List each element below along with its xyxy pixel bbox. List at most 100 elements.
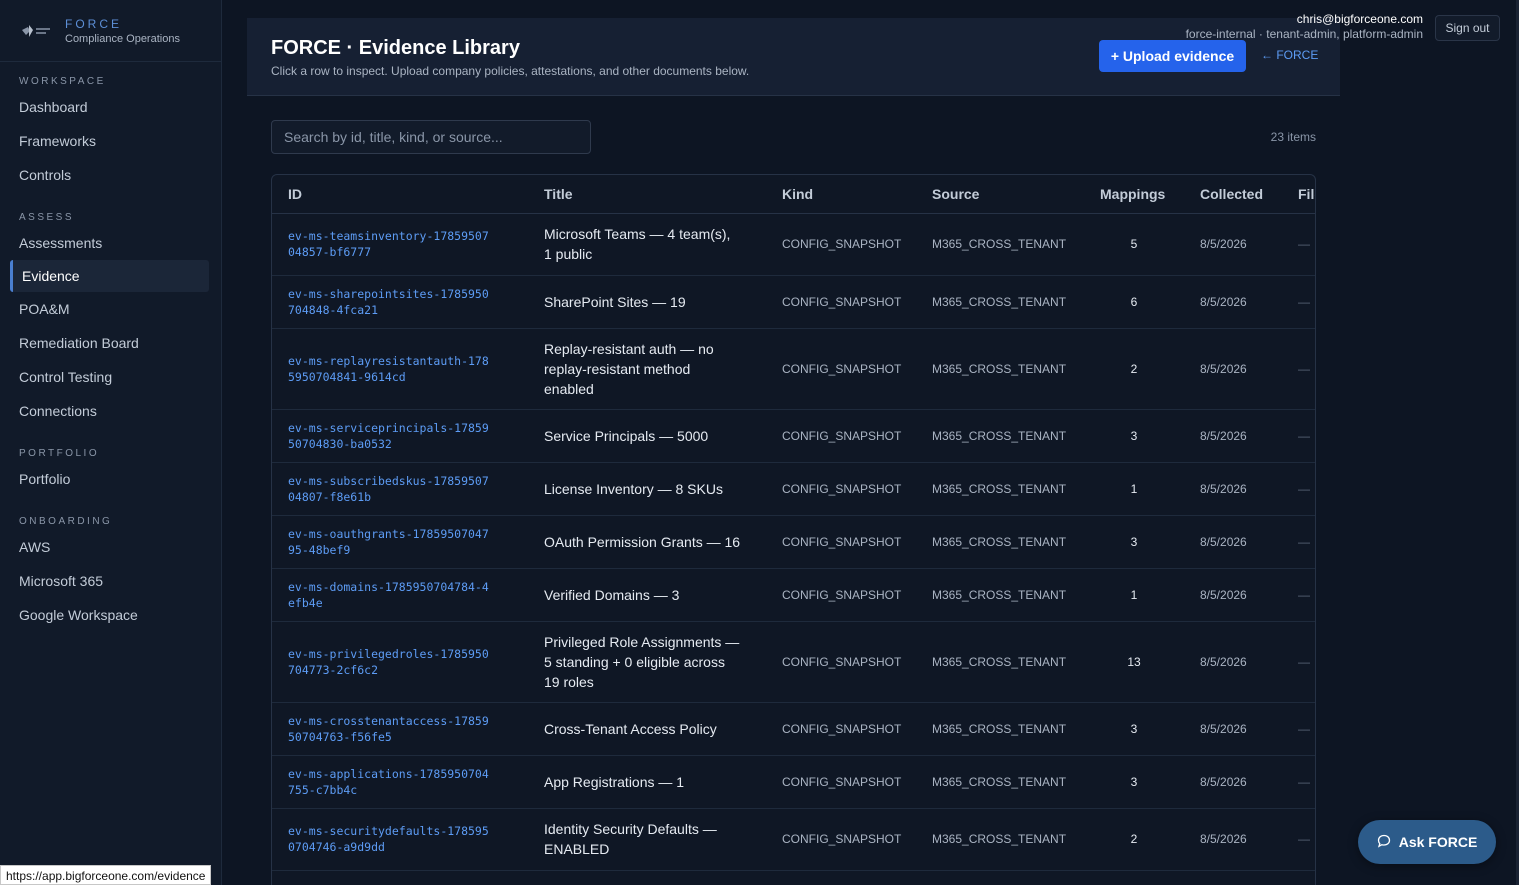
cell-kind: CONFIG_SNAPSHOT xyxy=(766,755,916,809)
page-description: Click a row to inspect. Upload company p… xyxy=(271,64,750,78)
table-header-row: ID Title Kind Source Mappings Collected … xyxy=(272,175,1315,214)
table-row[interactable]: ev-ms-applications-1785950704755-c7bb4c A… xyxy=(272,755,1315,809)
cell-id[interactable]: ev-ms-securitydefaults-1785950704746-a9d… xyxy=(272,808,528,871)
cell-id[interactable]: ev-ms-privilegedroles-1785950704773-2cf6… xyxy=(272,621,528,703)
sidebar-item-evidence[interactable]: Evidence xyxy=(10,260,209,292)
cell-files: — xyxy=(1282,462,1315,516)
table-row[interactable]: ev-ms-replayresistantauth-1785950704841-… xyxy=(272,328,1315,410)
sidebar-item-frameworks[interactable]: Frameworks xyxy=(0,124,221,158)
cell-source: M365_CROSS_TENANT xyxy=(916,621,1084,703)
user-email: chris@bigforceone.com xyxy=(1296,12,1423,26)
cell-kind: CONFIG_SNAPSHOT xyxy=(766,409,916,463)
sidebar-item-google-workspace[interactable]: Google Workspace xyxy=(0,598,221,632)
column-header-source[interactable]: Source xyxy=(916,175,1084,214)
cell-files: — xyxy=(1282,275,1315,329)
sign-out-button[interactable]: Sign out xyxy=(1435,15,1500,41)
cell-source: M365_CROSS_TENANT xyxy=(916,808,1084,871)
cell-collected: 8/5/2026 xyxy=(1184,275,1282,329)
cell-source: M365_CROSS_TENANT xyxy=(916,515,1084,569)
cell-id[interactable]: ev-ms-domains-1785950704784-4efb4e xyxy=(272,568,528,622)
table-row[interactable]: ev-ms-privilegedroles-1785950704773-2cf6… xyxy=(272,621,1315,703)
table-row[interactable]: ev-ms-securitydefaults-1785950704746-a9d… xyxy=(272,808,1315,871)
brand-subtitle: Compliance Operations xyxy=(65,32,180,45)
sidebar-item-assessments[interactable]: Assessments xyxy=(0,226,221,260)
sidebar-item-controls[interactable]: Controls xyxy=(0,158,221,192)
cell-mappings: 2 xyxy=(1084,808,1184,871)
column-header-kind[interactable]: Kind xyxy=(766,175,916,214)
sidebar-item-connections[interactable]: Connections xyxy=(0,394,221,428)
cell-source: M365_CROSS_TENANT xyxy=(916,462,1084,516)
table-row[interactable]: ev-ms-subscribedskus-1785950704807-f8e61… xyxy=(272,462,1315,516)
column-header-mappings[interactable]: Mappings xyxy=(1084,175,1184,214)
cell-files: — xyxy=(1282,515,1315,569)
chat-bubble-icon xyxy=(1377,834,1391,851)
sidebar: FORCE Compliance Operations WORKSPACE Da… xyxy=(0,0,222,885)
cell-title: Microsoft Teams — 4 team(s), 1 public xyxy=(528,213,766,276)
cell-files: — xyxy=(1282,808,1315,871)
page-header: FORCE · Evidence Library Click a row to … xyxy=(247,18,1340,96)
cell-id[interactable]: ev-ms-serviceprincipals-1785950704830-ba… xyxy=(272,409,528,463)
cell-source: M365_CROSS_TENANT xyxy=(916,568,1084,622)
ask-force-label: Ask FORCE xyxy=(1398,834,1478,850)
cell-collected: 8/5/2026 xyxy=(1184,808,1282,871)
cell-id[interactable]: ev-ms-oauthgrants-1785950704795-48bef9 xyxy=(272,515,528,569)
cell-title: Verified Domains — 3 xyxy=(528,568,766,622)
cell-id[interactable]: ev-ms-crosstenantaccess-1785950704763-f5… xyxy=(272,702,528,756)
cell-title: License Inventory — 8 SKUs xyxy=(528,462,766,516)
cell-collected: 8/5/2026 xyxy=(1184,213,1282,276)
column-header-id[interactable]: ID xyxy=(272,175,528,214)
item-count: 23 items xyxy=(1270,130,1316,144)
cell-title: App Registrations — 1 xyxy=(528,755,766,809)
cell-title: Cross-Tenant Access Policy xyxy=(528,702,766,756)
page-title: FORCE · Evidence Library xyxy=(271,37,520,59)
sidebar-item-microsoft-365[interactable]: Microsoft 365 xyxy=(0,564,221,598)
cell-mappings: 13 xyxy=(1084,621,1184,703)
table-row[interactable]: ev-ms-serviceprincipals-1785950704830-ba… xyxy=(272,409,1315,463)
cell-title: Service Principals — 5000 xyxy=(528,409,766,463)
cell-kind: CONFIG_SNAPSHOT xyxy=(766,462,916,516)
sidebar-nav: WORKSPACE Dashboard Frameworks Controls … xyxy=(0,62,221,632)
cell-id[interactable]: ev-ms-replayresistantauth-1785950704841-… xyxy=(272,328,528,410)
brand[interactable]: FORCE Compliance Operations xyxy=(0,0,221,62)
table-row[interactable]: ev-ms-domains-1785950704784-4efb4e Verifi… xyxy=(272,568,1315,622)
table-row[interactable]: ev-ms-sharepointsites-1785950704848-4fca… xyxy=(272,275,1315,329)
column-header-files[interactable]: Files xyxy=(1282,175,1315,214)
cell-source: M365_CROSS_TENANT xyxy=(916,213,1084,276)
cell-mappings: 3 xyxy=(1084,755,1184,809)
table-row[interactable]: ev-ms-oauthgrants-1785950704795-48bef9 OA… xyxy=(272,515,1315,569)
cell-mappings: 2 xyxy=(1084,328,1184,410)
table-row[interactable]: ev-ms-teamsinventory-1785950704857-bf677… xyxy=(272,213,1315,276)
cell-files: — xyxy=(1282,755,1315,809)
cell-id[interactable]: ev-ms-subscribedskus-1785950704807-f8e61… xyxy=(272,462,528,516)
cell-title: Identity Security Defaults — ENABLED xyxy=(528,808,766,871)
sidebar-item-dashboard[interactable]: Dashboard xyxy=(0,90,221,124)
sidebar-item-portfolio[interactable]: Portfolio xyxy=(0,462,221,496)
table-row[interactable]: ev-ms-crosstenantaccess-1785950704763-f5… xyxy=(272,702,1315,756)
column-header-collected[interactable]: Collected xyxy=(1184,175,1282,214)
cell-id[interactable]: ev-ms-applications-1785950704755-c7bb4c xyxy=(272,755,528,809)
cell-collected: 8/5/2026 xyxy=(1184,621,1282,703)
cell-id[interactable]: ev-ms-sharepointsites-1785950704848-4fca… xyxy=(272,275,528,329)
cell-mappings: 1 xyxy=(1084,568,1184,622)
cell-kind: CONFIG_SNAPSHOT xyxy=(766,213,916,276)
cell-kind: CONFIG_SNAPSHOT xyxy=(766,275,916,329)
column-header-title[interactable]: Title xyxy=(528,175,766,214)
search-input[interactable] xyxy=(271,120,591,154)
upload-evidence-button[interactable]: + Upload evidence xyxy=(1099,40,1246,72)
sidebar-item-control-testing[interactable]: Control Testing xyxy=(0,360,221,394)
cell-collected: 8/5/2026 xyxy=(1184,515,1282,569)
sidebar-item-aws[interactable]: AWS xyxy=(0,530,221,564)
back-to-force-link[interactable]: ← FORCE xyxy=(1261,48,1318,62)
ask-force-button[interactable]: Ask FORCE xyxy=(1358,820,1496,864)
sidebar-item-remediation-board[interactable]: Remediation Board xyxy=(0,326,221,360)
cell-files: — xyxy=(1282,568,1315,622)
cell-collected: 8/5/2026 xyxy=(1184,702,1282,756)
cell-collected: 8/5/2026 xyxy=(1184,755,1282,809)
cell-id[interactable]: ev-ms-teamsinventory-1785950704857-bf677… xyxy=(272,213,528,276)
sidebar-item-poam[interactable]: POA&M xyxy=(0,292,221,326)
user-info: chris@bigforceone.com force-internal · t… xyxy=(1186,12,1423,41)
cell-collected: 8/5/2026 xyxy=(1184,462,1282,516)
cell-files: — xyxy=(1282,621,1315,703)
nav-section-portfolio: PORTFOLIO xyxy=(19,448,100,459)
cell-files: — xyxy=(1282,409,1315,463)
